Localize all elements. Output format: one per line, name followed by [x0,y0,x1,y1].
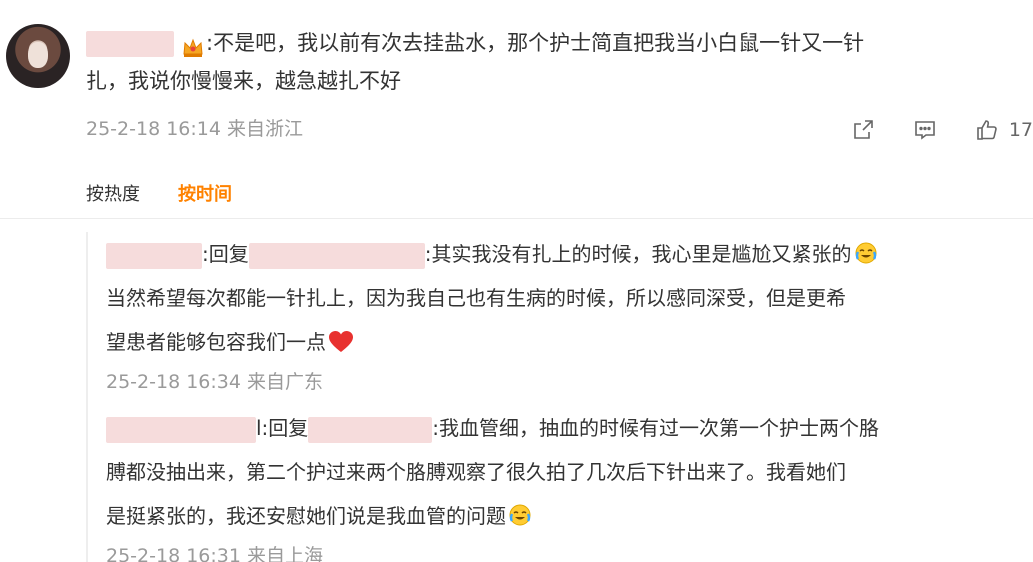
tab-sort-by-hot[interactable]: 按热度 [86,180,140,206]
comment-actions: 17 [815,114,1033,146]
cry-laugh-emoji [508,498,532,526]
tab-sort-by-time[interactable]: 按时间 [178,180,232,206]
divider [0,218,1033,219]
reply-prefix: l:回复 [256,416,309,440]
cry-laugh-emoji [854,236,878,264]
list-item: :回复 :其实我没有扎上的时候，我心里是尴尬又紧张的 当然希望每次都能一针扎上，因… [106,232,1033,400]
reply-prefix: :回复 [202,242,249,266]
like-icon[interactable] [973,116,1001,144]
redacted-username[interactable] [106,416,256,443]
crown-icon [182,32,204,57]
reply-line-3: 是挺紧张的，我还安慰她们说是我血管的问题 [106,494,1033,538]
redacted-mention[interactable] [308,416,433,443]
root-comment: :不是吧，我以前有次去挂盐水，那个护士简直把我当小白鼠一针又一针 扎，我说你慢慢… [86,24,1026,100]
reply-meta: 25-2-18 16:31 来自上海 [106,545,323,562]
reply-meta: 25-2-18 16:34 来自广东 [106,371,323,393]
reply-line-3: 望患者能够包容我们一点 [106,320,1033,364]
root-comment-text-2: 扎，我说你慢慢来，越急越扎不好 [86,69,401,93]
reply-text-2: 膊都没抽出来，第二个护过来两个胳膊观察了很久拍了几次后下针出来了。我看她们 [106,460,846,484]
reply-line-1: l:回复 :我血管细，抽血的时候有过一次第一个护士两个胳 [106,406,1033,450]
share-icon[interactable] [849,116,877,144]
comment-icon[interactable] [911,116,939,144]
avatar[interactable] [6,24,70,88]
reply-text-3: 望患者能够包容我们一点 [106,330,326,354]
heart-emoji [328,325,354,352]
list-item: l:回复 :我血管细，抽血的时候有过一次第一个护士两个胳 膊都没抽出来，第二个护过… [106,406,1033,562]
sort-tabs: 按热度 按时间 [86,180,232,206]
reply-line-2: 膊都没抽出来，第二个护过来两个胳膊观察了很久拍了几次后下针出来了。我看她们 [106,450,1033,494]
redacted-mention[interactable] [248,242,425,269]
reply-text-2: 当然希望每次都能一针扎上，因为我自己也有生病的时候，所以感同深受，但是更希 [106,286,846,310]
reply-text-3: 是挺紧张的，我还安慰她们说是我血管的问题 [106,504,506,528]
reply-line-1: :回复 :其实我没有扎上的时候，我心里是尴尬又紧张的 [106,232,1033,276]
reply-text-1: :其实我没有扎上的时候，我心里是尴尬又紧张的 [424,242,852,266]
redacted-username[interactable] [86,31,174,57]
like-count: 17 [1008,119,1033,141]
reply-list: :回复 :其实我没有扎上的时候，我心里是尴尬又紧张的 当然希望每次都能一针扎上，因… [86,232,1033,562]
root-comment-line-2: 扎，我说你慢慢来，越急越扎不好 [86,62,1026,100]
redacted-username[interactable] [106,242,202,269]
root-comment-line-1: :不是吧，我以前有次去挂盐水，那个护士简直把我当小白鼠一针又一针 [86,24,1026,62]
reply-text-1: :我血管细，抽血的时候有过一次第一个护士两个胳 [432,416,880,440]
root-comment-text-1: :不是吧，我以前有次去挂盐水，那个护士简直把我当小白鼠一针又一针 [206,31,865,55]
root-comment-meta: 25-2-18 16:14 来自浙江 [86,118,303,140]
reply-line-2: 当然希望每次都能一针扎上，因为我自己也有生病的时候，所以感同深受，但是更希 [106,276,1033,320]
